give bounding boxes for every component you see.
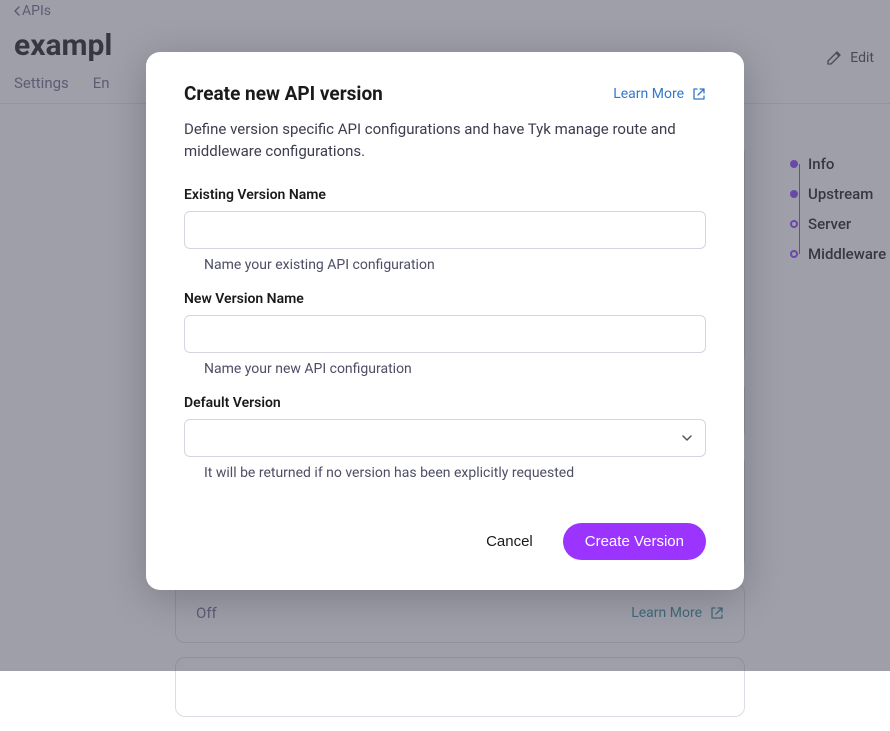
default-version-label: Default Version: [184, 395, 706, 411]
modal-title: Create new API version: [184, 82, 383, 105]
create-version-button[interactable]: Create Version: [563, 523, 706, 560]
new-version-hint: Name your new API configuration: [184, 361, 706, 377]
existing-version-label: Existing Version Name: [184, 187, 706, 203]
new-version-label: New Version Name: [184, 291, 706, 307]
create-version-modal: Create new API version Learn More Define…: [146, 52, 744, 590]
new-version-input[interactable]: [184, 315, 706, 353]
external-link-icon: [692, 87, 706, 101]
modal-learn-more-link[interactable]: Learn More: [613, 86, 706, 102]
default-version-select[interactable]: [184, 419, 706, 457]
existing-version-input[interactable]: [184, 211, 706, 249]
modal-overlay[interactable]: Create new API version Learn More Define…: [0, 0, 890, 671]
modal-learn-more-label: Learn More: [613, 86, 684, 102]
default-version-hint: It will be returned if no version has be…: [184, 465, 706, 481]
modal-description: Define version specific API configuratio…: [184, 119, 684, 163]
existing-version-hint: Name your existing API configuration: [184, 257, 706, 273]
cancel-button[interactable]: Cancel: [486, 533, 533, 550]
